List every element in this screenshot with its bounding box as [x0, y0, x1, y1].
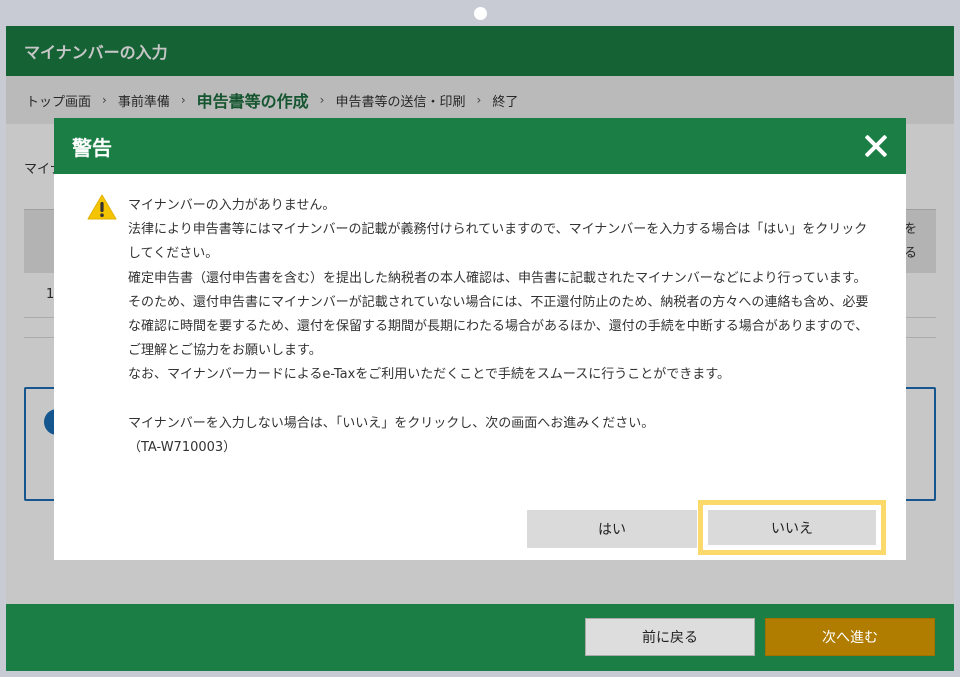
no-button[interactable]: いいえ	[708, 510, 876, 545]
device-frame: マイナンバーの入力 トップ画面 › 事前準備 › 申告書等の作成 › 申告書等の…	[0, 0, 960, 677]
warning-triangle-icon	[87, 194, 117, 220]
dialog-header: 警告	[54, 118, 906, 174]
dialog-message: マイナンバーの入力がありません。 法律により申告書等にはマイナンバーの記載が義務…	[128, 194, 878, 460]
warning-dialog: 警告 マイナンバーの入力がありません。 法律により申告書等にはマイナンバーの記載…	[54, 118, 906, 560]
message-line: 確定申告書（還付申告書を含む）を提出した納税者の本人確認は、申告書に記載されたマ…	[128, 270, 869, 359]
message-line: 法律により申告書等にはマイナンバーの記載が義務付けられていますので、マイナンバー…	[128, 222, 868, 262]
yes-button[interactable]: はい	[527, 510, 697, 548]
camera-dot	[474, 7, 487, 20]
message-line: マイナンバーの入力がありません。	[128, 198, 336, 213]
close-icon[interactable]	[860, 130, 892, 162]
dialog-title: 警告	[72, 136, 112, 160]
next-button[interactable]: 次へ進む	[765, 618, 935, 656]
message-code: （TA-W710003）	[128, 439, 237, 455]
app-footer: 前に戻る 次へ進む	[6, 604, 954, 671]
instruction-text: マイナンバーを入力しない場合は、「いいえ」をクリックし、次の画面へお進みください…	[128, 415, 655, 431]
screen: マイナンバーの入力 トップ画面 › 事前準備 › 申告書等の作成 › 申告書等の…	[6, 26, 954, 671]
back-button[interactable]: 前に戻る	[585, 618, 755, 656]
no-button-focus-ring: いいえ	[698, 500, 886, 555]
message-line: なお、マイナンバーカードによるe-Taxをご利用いただくことで手続をスムースに行…	[128, 367, 730, 383]
modal-backdrop-top	[6, 26, 954, 124]
